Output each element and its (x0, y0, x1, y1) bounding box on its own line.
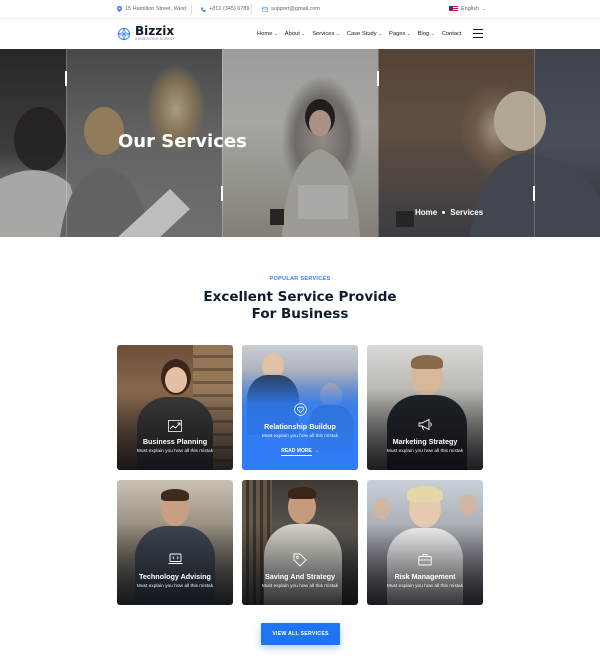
chevron-down-icon: ⌄ (482, 6, 486, 11)
logo-name: Bizzix (135, 24, 175, 38)
breadcrumb-current: Services (450, 208, 484, 217)
site-logo[interactable]: Bizzix CONSULTING AGENCY (117, 24, 175, 42)
service-card-marketing-strategy[interactable]: Marketing Strategy Must explain you how … (367, 345, 483, 470)
grid-marker (377, 71, 379, 86)
grid-marker (533, 186, 535, 201)
nav-item-home[interactable]: Home ⌄ (257, 31, 278, 37)
grid-marker (65, 71, 67, 86)
service-card-business-planning[interactable]: Business Planning Must explain you how a… (117, 345, 233, 470)
main-nav: Home ⌄ About ⌄ Services ⌄ Case Study ⌄ Pages… (257, 31, 462, 37)
arrow-right-icon: → (313, 448, 319, 454)
chevron-down-icon: ⌄ (301, 31, 306, 36)
briefcase-icon (418, 554, 432, 566)
menu-hamburger-icon[interactable] (473, 29, 483, 38)
top-info-bar: 15 Hamilton Street, West +812 (345) 6789… (0, 0, 600, 19)
card-title: Business Planning (142, 437, 208, 446)
language-selector[interactable]: English ⌄ (449, 6, 486, 12)
breadcrumb-home[interactable]: Home (415, 208, 437, 217)
card-description: Must explain you how all this mistak (261, 584, 339, 589)
email-info[interactable]: support@gmail.com (262, 6, 320, 12)
view-all-services-button[interactable]: VIEW ALL SERVICES (261, 623, 340, 645)
nav-item-blog[interactable]: Blog ⌄ (418, 31, 435, 37)
card-title: Technology Advising (139, 572, 211, 581)
nav-item-services[interactable]: Services ⌄ (312, 31, 340, 37)
page-title: Our Services (118, 131, 247, 152)
address-info: 15 Hamilton Street, West (117, 6, 186, 12)
phone-info[interactable]: +812 (345) 6789 (201, 6, 250, 12)
card-title: Relationship Buildup (264, 422, 336, 431)
map-pin-icon (117, 6, 122, 12)
divider (251, 4, 252, 15)
divider (191, 4, 192, 15)
nav-item-about[interactable]: About ⌄ (285, 31, 305, 37)
us-flag-icon (449, 6, 458, 12)
card-description: Must explain you how all this mistak (261, 434, 339, 439)
card-description: Must explain you how all this mistak (386, 449, 464, 454)
service-card-risk-management[interactable]: Risk Management Must explain you how all… (367, 480, 483, 605)
card-description: Must explain you how all this mistak (136, 449, 214, 454)
chevron-down-icon: ⌄ (406, 31, 411, 36)
breadcrumb: Home Services (415, 208, 483, 217)
laptop-icon (168, 553, 182, 564)
service-card-relationship-buildup[interactable]: Relationship Buildup Must explain you ho… (242, 345, 358, 470)
section-title: Excellent Service Provide For Business (203, 289, 397, 322)
hero-banner: Our Services Home Services (0, 49, 600, 237)
main-header: Bizzix CONSULTING AGENCY Home ⌄ About ⌄ Se… (0, 19, 600, 49)
email-text: support@gmail.com (271, 6, 320, 12)
chevron-down-icon: ⌄ (335, 31, 340, 36)
megaphone-icon (418, 418, 432, 431)
logo-tagline: CONSULTING AGENCY (135, 37, 175, 41)
service-card-technology-advising[interactable]: Technology Advising Must explain you how… (117, 480, 233, 605)
card-title: Saving And Strategy (264, 572, 336, 581)
logo-mark-icon (117, 27, 131, 41)
mail-icon (262, 6, 268, 12)
tag-icon (293, 553, 307, 567)
read-more-link[interactable]: READ MORE → (242, 448, 358, 456)
chart-growth-icon (168, 420, 182, 432)
grid-marker (221, 186, 223, 201)
breadcrumb-separator (442, 211, 446, 214)
card-description: Must explain you how all this mistak (386, 584, 464, 589)
card-title: Risk Management (394, 572, 456, 581)
language-label: English (461, 6, 480, 12)
nav-item-case-study[interactable]: Case Study ⌄ (347, 31, 382, 37)
chevron-down-icon: ⌄ (378, 31, 382, 36)
heart-icon (293, 403, 307, 416)
address-text: 15 Hamilton Street, West (125, 6, 187, 12)
nav-item-pages[interactable]: Pages ⌄ (389, 31, 411, 37)
chevron-down-icon: ⌄ (273, 31, 278, 36)
section-eyebrow: POPULAR SERVICES (269, 276, 331, 282)
card-title: Marketing Strategy (392, 437, 458, 446)
hero-overlay (0, 49, 600, 237)
chevron-down-icon: ⌄ (430, 31, 435, 36)
service-card-saving-and-strategy[interactable]: Saving And Strategy Must explain you how… (242, 480, 358, 605)
phone-icon (201, 6, 206, 12)
phone-text: +812 (345) 6789 (209, 6, 250, 12)
card-description: Must explain you how all this mistak (136, 584, 214, 589)
nav-item-contact[interactable]: Contact (442, 31, 462, 37)
grid-line (534, 49, 535, 237)
